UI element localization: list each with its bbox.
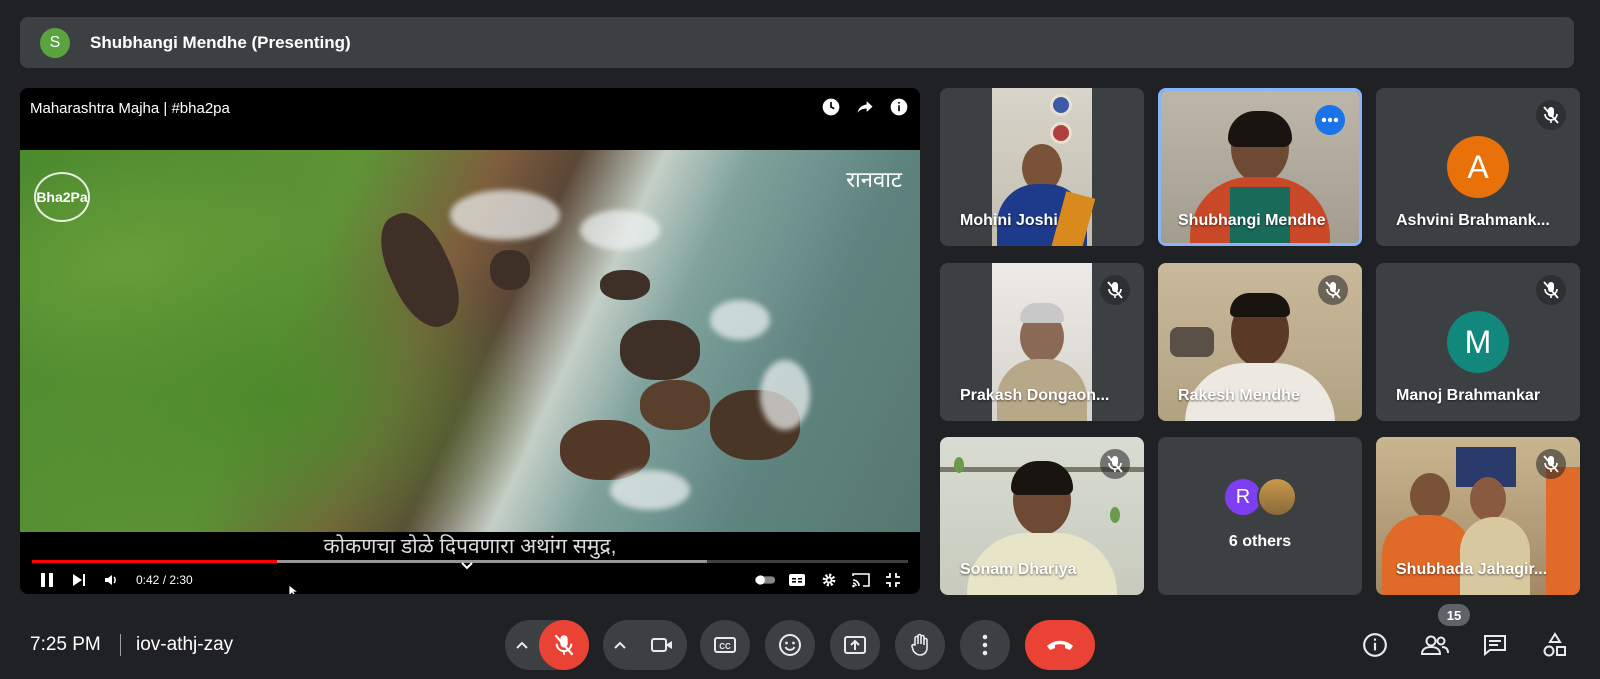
mic-off-icon bbox=[1536, 100, 1566, 130]
cast-icon[interactable] bbox=[850, 569, 872, 591]
mic-off-icon bbox=[1318, 275, 1348, 305]
video-controls: 0:42 / 2:30 bbox=[20, 566, 920, 594]
autoplay-toggle[interactable] bbox=[754, 569, 776, 591]
video-time: 0:42 / 2:30 bbox=[136, 573, 193, 587]
video-frame[interactable]: Bha2Pa रानवाट bbox=[20, 150, 920, 532]
pause-icon[interactable] bbox=[36, 569, 58, 591]
participant-tile-prakash-dongaonkar[interactable]: Prakash Dongaon... bbox=[940, 263, 1144, 421]
more-options-button[interactable] bbox=[1315, 105, 1345, 135]
others-avatar-stack: R bbox=[1223, 477, 1297, 517]
watch-later-icon[interactable] bbox=[820, 96, 842, 118]
share-icon[interactable] bbox=[854, 96, 876, 118]
participant-tile-ashvini-brahmankar[interactable]: A Ashvini Brahmank... bbox=[1376, 88, 1580, 246]
camera-control-group bbox=[603, 620, 687, 670]
participant-name: Mohini Joshi bbox=[960, 212, 1058, 229]
participant-tile-sonam-dhariya[interactable]: Sonam Dhariya bbox=[940, 437, 1144, 595]
next-icon[interactable] bbox=[68, 569, 90, 591]
svg-text:CC: CC bbox=[719, 642, 731, 651]
camera-toggle-button[interactable] bbox=[637, 620, 687, 670]
channel-logo: Bha2Pa bbox=[34, 172, 90, 222]
mic-off-icon bbox=[1536, 449, 1566, 479]
presentation-screen[interactable]: Maharashtra Majha | #bha2pa Bha2Pa रानवा… bbox=[20, 88, 920, 594]
captions-icon[interactable] bbox=[786, 569, 808, 591]
chat-button[interactable] bbox=[1478, 628, 1512, 662]
mic-off-icon bbox=[1100, 449, 1130, 479]
info-icon[interactable] bbox=[888, 96, 910, 118]
exit-fullscreen-icon[interactable] bbox=[882, 569, 904, 591]
leave-call-button[interactable] bbox=[1025, 620, 1095, 670]
participant-name: Shubhada Jahagir... bbox=[1396, 561, 1548, 578]
presenter-label: Shubhangi Mendhe (Presenting) bbox=[90, 32, 351, 52]
mic-options-chevron-up-icon[interactable] bbox=[505, 641, 539, 649]
camera-options-chevron-up-icon[interactable] bbox=[603, 641, 637, 649]
participant-name: Sonam Dhariya bbox=[960, 561, 1077, 578]
video-subtitle: कोकणचा डोळे दिपवणारा अथांग समुद्र, bbox=[323, 535, 617, 558]
others-count-label: 6 others bbox=[1228, 533, 1292, 550]
video-progress-fill bbox=[32, 560, 278, 563]
emoji-reactions-button[interactable] bbox=[765, 620, 815, 670]
mouse-cursor-icon bbox=[288, 584, 300, 594]
presenter-banner: S Shubhangi Mendhe (Presenting) bbox=[20, 17, 1574, 68]
participant-tile-mohini-joshi[interactable]: Mohini Joshi bbox=[940, 88, 1144, 246]
people-button[interactable] bbox=[1418, 628, 1452, 662]
video-title[interactable]: Maharashtra Majha | #bha2pa bbox=[30, 100, 230, 117]
participant-name: Rakesh Mendhe bbox=[1178, 387, 1300, 404]
participant-tile-rakesh-mendhe[interactable]: Rakesh Mendhe bbox=[1158, 263, 1362, 421]
raise-hand-button[interactable] bbox=[895, 620, 945, 670]
participant-tile-manoj-brahmankar[interactable]: M Manoj Brahmankar bbox=[1376, 263, 1580, 421]
participant-avatar: M bbox=[1447, 311, 1509, 373]
participant-tile-shubhada-jahagirdar[interactable]: Shubhada Jahagir... bbox=[1376, 437, 1580, 595]
video-watermark: रानवाट bbox=[846, 168, 902, 193]
mic-off-icon bbox=[1100, 275, 1130, 305]
participant-name: Manoj Brahmankar bbox=[1396, 387, 1541, 404]
activities-button[interactable] bbox=[1538, 628, 1572, 662]
captions-button[interactable]: CC bbox=[700, 620, 750, 670]
present-screen-button[interactable] bbox=[830, 620, 880, 670]
video-top-controls bbox=[820, 96, 910, 118]
participant-tile-shubhangi-mendhe[interactable]: Shubhangi Mendhe bbox=[1158, 88, 1362, 246]
mic-off-icon bbox=[1536, 275, 1566, 305]
participant-count-badge: 15 bbox=[1438, 604, 1470, 626]
participant-name: Shubhangi Mendhe bbox=[1178, 212, 1326, 229]
presenter-avatar: S bbox=[40, 27, 70, 58]
settings-gear-icon[interactable] bbox=[818, 569, 840, 591]
participant-name: Prakash Dongaon... bbox=[960, 387, 1110, 404]
volume-icon[interactable] bbox=[100, 569, 122, 591]
mic-toggle-button[interactable] bbox=[539, 620, 589, 670]
participant-avatar: A bbox=[1447, 136, 1509, 198]
mic-control-group bbox=[505, 620, 589, 670]
participant-tile-others[interactable]: R 6 others bbox=[1158, 437, 1362, 595]
participant-photo-avatar bbox=[1257, 477, 1297, 517]
more-options-vertical-button[interactable] bbox=[960, 620, 1010, 670]
participant-name: Ashvini Brahmank... bbox=[1396, 212, 1550, 229]
meeting-details-button[interactable] bbox=[1358, 628, 1392, 662]
